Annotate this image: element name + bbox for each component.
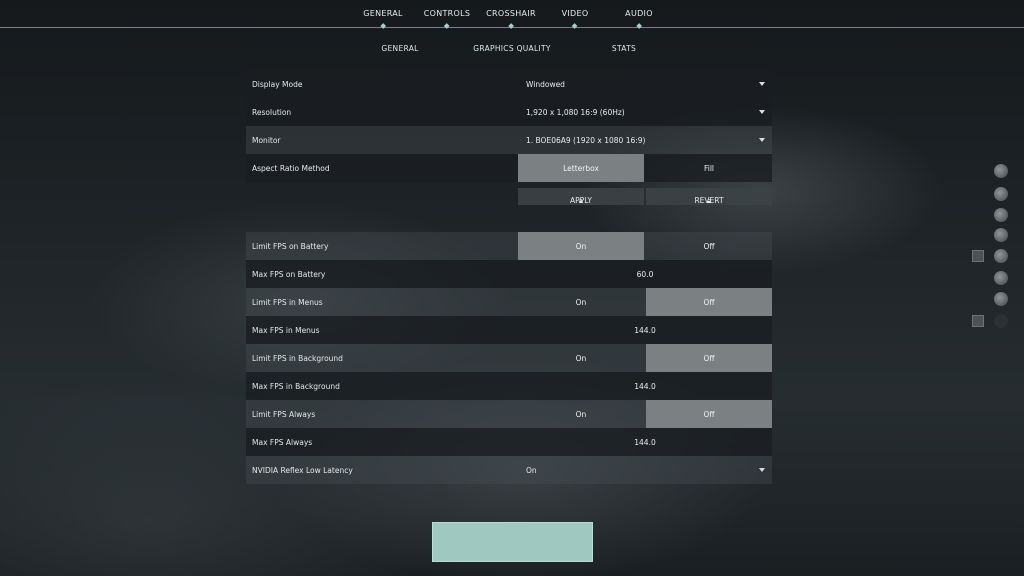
top-nav: GENERAL CONTROLS CROSSHAIR VIDEO AUDIO [0, 0, 1024, 30]
aspect-ratio-row: Aspect Ratio Method Letterbox Fill [246, 154, 772, 182]
limit-fps-always-row: Limit FPS Always On Off [246, 400, 772, 428]
limit-fps-menus-off[interactable]: Off [646, 288, 772, 316]
max-fps-menus-row: Max FPS in Menus 144.0 [246, 316, 772, 344]
party-slot-icon[interactable] [972, 250, 984, 262]
aspect-ratio-label: Aspect Ratio Method [252, 164, 330, 173]
limit-fps-always-on[interactable]: On [518, 400, 644, 428]
chevron-down-icon [759, 82, 765, 86]
avatar[interactable] [994, 164, 1008, 178]
tab-general[interactable]: GENERAL [363, 9, 403, 29]
monitor-label: Monitor [252, 136, 281, 145]
party-slot-icon[interactable] [972, 315, 984, 327]
bottom-accent-button[interactable] [432, 522, 593, 562]
avatar[interactable] [994, 271, 1008, 285]
max-fps-battery-label: Max FPS on Battery [252, 270, 326, 279]
display-mode-label: Display Mode [252, 80, 303, 89]
avatar[interactable] [994, 208, 1008, 222]
party-avatar-column [968, 160, 1018, 340]
max-fps-always-label: Max FPS Always [252, 438, 313, 447]
max-fps-menus-value[interactable]: 144.0 [518, 326, 772, 335]
more-options-icon[interactable] [994, 314, 1008, 328]
limit-fps-battery-off[interactable]: Off [646, 232, 772, 260]
resolution-label: Resolution [252, 108, 292, 117]
limit-fps-background-on[interactable]: On [518, 344, 644, 372]
subtab-graphics-quality[interactable]: GRAPHICS QUALITY [473, 44, 550, 53]
max-fps-battery-row: Max FPS on Battery 60.0 [246, 260, 772, 288]
limit-fps-background-label: Limit FPS in Background [252, 354, 343, 363]
limit-fps-menus-row: Limit FPS in Menus On Off [246, 288, 772, 316]
max-fps-background-label: Max FPS in Background [252, 382, 340, 391]
nvidia-reflex-dropdown[interactable]: On [518, 456, 772, 484]
nvidia-reflex-row: NVIDIA Reflex Low Latency On [246, 456, 772, 484]
max-fps-background-row: Max FPS in Background 144.0 [246, 372, 772, 400]
limit-fps-menus-on[interactable]: On [518, 288, 644, 316]
subtab-general[interactable]: GENERAL [381, 44, 418, 53]
limit-fps-always-label: Limit FPS Always [252, 410, 316, 419]
monitor-value: 1. BOE06A9 (1920 x 1080 16:9) [526, 136, 646, 145]
avatar[interactable] [994, 228, 1008, 242]
resolution-row: Resolution 1,920 x 1,080 16:9 (60Hz) [246, 98, 772, 126]
avatar[interactable] [994, 187, 1008, 201]
display-mode-dropdown[interactable]: Windowed [518, 70, 772, 98]
chevron-down-icon [759, 138, 765, 142]
apply-button[interactable]: 🔒︎ APPLY [518, 188, 644, 205]
max-fps-battery-value[interactable]: 60.0 [518, 270, 772, 279]
tab-controls[interactable]: CONTROLS [424, 9, 471, 29]
max-fps-always-row: Max FPS Always 144.0 [246, 428, 772, 456]
chevron-down-icon [759, 468, 765, 472]
letterbox-option[interactable]: Letterbox [518, 154, 644, 182]
display-mode-row: Display Mode Windowed [246, 70, 772, 98]
avatar[interactable] [994, 292, 1008, 306]
nvidia-reflex-value: On [526, 466, 537, 475]
tab-crosshair[interactable]: CROSSHAIR [486, 9, 536, 29]
monitor-dropdown[interactable]: 1. BOE06A9 (1920 x 1080 16:9) [518, 126, 772, 154]
limit-fps-battery-row: Limit FPS on Battery On Off [246, 232, 772, 260]
limit-fps-background-off[interactable]: Off [646, 344, 772, 372]
limit-fps-battery-on[interactable]: On [518, 232, 644, 260]
display-mode-value: Windowed [526, 80, 565, 89]
chevron-down-icon [759, 110, 765, 114]
max-fps-always-value[interactable]: 144.0 [518, 438, 772, 447]
monitor-row: Monitor 1. BOE06A9 (1920 x 1080 16:9) [246, 126, 772, 154]
limit-fps-background-row: Limit FPS in Background On Off [246, 344, 772, 372]
fill-option[interactable]: Fill [646, 154, 772, 182]
max-fps-menus-label: Max FPS in Menus [252, 326, 320, 335]
max-fps-background-value[interactable]: 144.0 [518, 382, 772, 391]
resolution-dropdown[interactable]: 1,920 x 1,080 16:9 (60Hz) [518, 98, 772, 126]
tab-video[interactable]: VIDEO [562, 9, 589, 29]
revert-button[interactable]: 🔒︎ REVERT [646, 188, 772, 205]
nvidia-reflex-label: NVIDIA Reflex Low Latency [252, 466, 353, 475]
avatar[interactable] [994, 249, 1008, 263]
limit-fps-always-off[interactable]: Off [646, 400, 772, 428]
resolution-value: 1,920 x 1,080 16:9 (60Hz) [526, 108, 625, 117]
subtab-stats[interactable]: STATS [612, 44, 636, 53]
limit-fps-battery-label: Limit FPS on Battery [252, 242, 329, 251]
tab-audio[interactable]: AUDIO [625, 9, 653, 29]
limit-fps-menus-label: Limit FPS in Menus [252, 298, 323, 307]
